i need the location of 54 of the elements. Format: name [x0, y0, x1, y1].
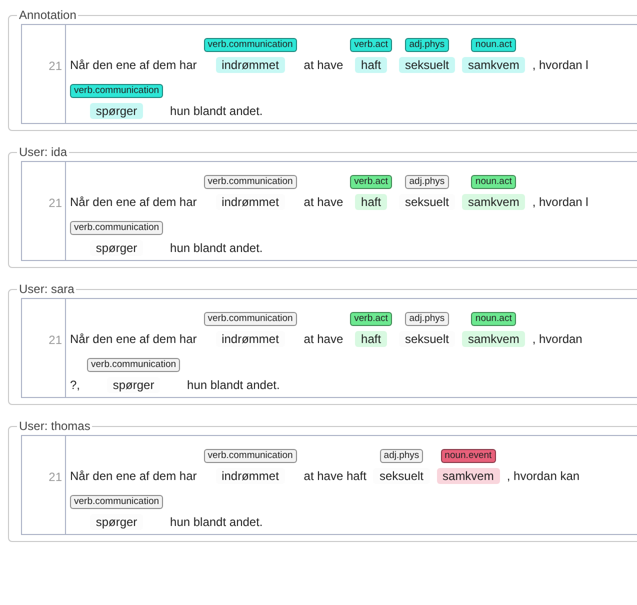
annotation-label[interactable]: noun.act: [471, 312, 516, 326]
annotation-label[interactable]: adj.phys: [405, 312, 449, 326]
sentence-text: Når den ene af dem har: [70, 468, 197, 484]
line-number: 21: [48, 196, 62, 210]
annotation-label[interactable]: adj.phys: [380, 449, 424, 463]
annotated-word[interactable]: samkvem: [462, 331, 526, 347]
panel-title: User: thomas: [18, 419, 92, 433]
sentence-text: , hvordan l: [532, 194, 588, 210]
annotation-label[interactable]: adj.phys: [405, 175, 449, 189]
annotation-label[interactable]: verb.communication: [70, 495, 164, 509]
sentence-text: at have haft: [304, 468, 366, 484]
annotated-word[interactable]: spørger: [90, 103, 144, 119]
panel-title: User: sara: [18, 282, 76, 296]
annotated-word[interactable]: haft: [355, 194, 388, 210]
sentence-text: Når den ene af dem har: [70, 57, 197, 73]
sentence-text: at have: [304, 194, 344, 210]
annotation-label[interactable]: verb.communication: [204, 38, 297, 52]
annotated-word[interactable]: samkvem: [462, 194, 526, 210]
sentence-text: hun blandt andet.: [187, 377, 280, 393]
sentence-text: at have: [304, 57, 344, 73]
annotated-word[interactable]: haft: [355, 57, 388, 73]
line-number: 21: [48, 470, 62, 484]
annotation-label[interactable]: verb.act: [350, 312, 392, 326]
sentence-text: , hvordan l: [532, 57, 588, 73]
annotation-label[interactable]: verb.communication: [204, 175, 297, 189]
sentence-text: hun blandt andet.: [170, 514, 263, 530]
panel-title: User: ida: [18, 145, 68, 159]
annotation-label[interactable]: verb.communication: [87, 358, 180, 372]
sentence-text: , hvordan kan: [506, 468, 580, 484]
sentence-text: at have: [304, 331, 344, 347]
annotation-label[interactable]: verb.act: [350, 175, 392, 189]
sentence-text: Når den ene af dem har: [70, 194, 197, 210]
annotation-label[interactable]: adj.phys: [405, 38, 449, 52]
sentence-text: hun blandt andet.: [170, 103, 263, 119]
annotation-label[interactable]: noun.act: [471, 175, 516, 189]
sentence-text: Når den ene af dem har: [70, 331, 197, 347]
annotation-label[interactable]: verb.act: [350, 38, 392, 52]
annotated-word[interactable]: haft: [355, 331, 388, 347]
sentence-text: , hvordan: [532, 331, 582, 347]
annotated-word[interactable]: seksuelt: [398, 57, 455, 73]
annotated-word[interactable]: samkvem: [436, 468, 500, 484]
sentence-text: ?,: [70, 377, 80, 393]
annotation-label[interactable]: verb.communication: [70, 221, 164, 235]
annotation-label[interactable]: verb.communication: [204, 449, 297, 463]
line-number: 21: [48, 59, 62, 73]
annotated-word[interactable]: samkvem: [462, 57, 526, 73]
annotation-label[interactable]: verb.communication: [204, 312, 297, 326]
annotation-label[interactable]: verb.communication: [70, 84, 164, 98]
line-number: 21: [48, 333, 62, 347]
annotation-label[interactable]: noun.event: [440, 449, 496, 463]
panel-title: Annotation: [18, 8, 78, 22]
sentence-text: hun blandt andet.: [170, 240, 263, 256]
annotation-label[interactable]: noun.act: [471, 38, 516, 52]
annotated-word[interactable]: indrømmet: [216, 57, 285, 73]
